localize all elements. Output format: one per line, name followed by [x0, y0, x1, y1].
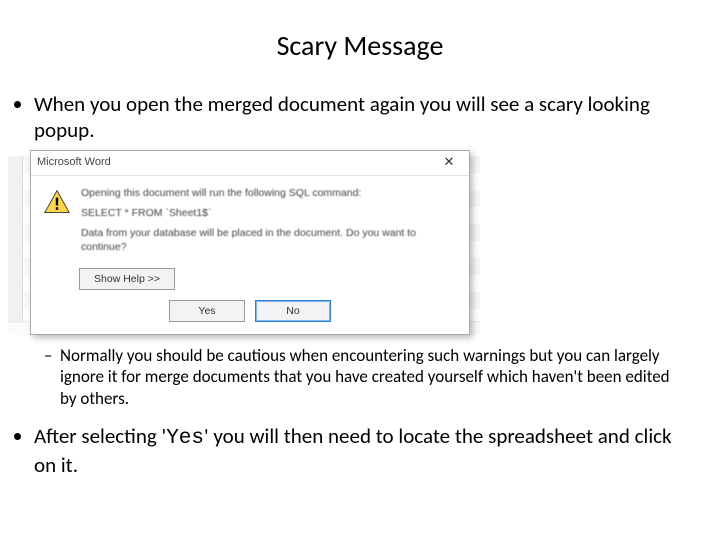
yes-button[interactable]: Yes — [169, 300, 245, 322]
word-dialog: Microsoft Word ✕ Opening this do — [30, 150, 470, 336]
no-button[interactable]: No — [255, 300, 331, 322]
bullet-list: When you open the merged document again … — [34, 91, 720, 478]
dialog-line-2: SELECT * FROM `Sheet1$` — [81, 206, 459, 220]
slide-title: Scary Message — [0, 28, 720, 63]
show-help-button[interactable]: Show Help >> — [79, 268, 175, 290]
spreadsheet-gutter — [8, 156, 23, 334]
slide: Scary Message When you open the merged d… — [0, 0, 720, 540]
bullet-2-pre: After selecting ' — [34, 423, 166, 449]
bullet-1: When you open the merged document again … — [34, 91, 680, 409]
bullet-1-sub-text: Normally you should be cautious when enc… — [60, 345, 670, 409]
dialog-titlebar: Microsoft Word ✕ — [31, 151, 469, 176]
sub-bullet-list: Normally you should be cautious when enc… — [44, 345, 680, 409]
warning-icon — [43, 188, 71, 216]
dialog-line-1: Opening this document will run the follo… — [81, 186, 459, 200]
bullet-2-mono: Yes — [166, 427, 204, 450]
dialog-app-name: Microsoft Word — [37, 156, 429, 170]
dialog-message: Opening this document will run the follo… — [81, 186, 459, 261]
dialog-screenshot: Microsoft Word ✕ Opening this do — [8, 150, 480, 336]
bullet-2: After selecting 'Yes' you will then need… — [34, 423, 680, 479]
dialog-button-row: Yes No — [31, 290, 469, 334]
bullet-1-text: When you open the merged document again … — [34, 91, 650, 143]
bullet-1-sub: Normally you should be cautious when enc… — [44, 345, 670, 409]
close-icon[interactable]: ✕ — [429, 151, 469, 175]
dialog-line-3: Data from your database will be placed i… — [81, 226, 459, 254]
dialog-body: Opening this document will run the follo… — [31, 176, 469, 265]
